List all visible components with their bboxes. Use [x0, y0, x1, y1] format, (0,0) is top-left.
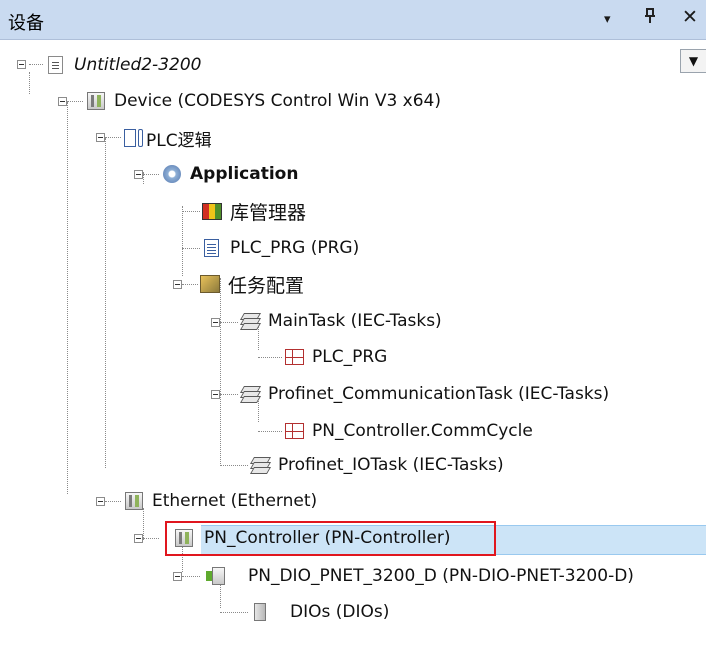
collapse-toggle-ethernet[interactable] — [96, 497, 105, 506]
tree-node-profinet-io-task[interactable]: Profinet_IOTask (IEC-Tasks) — [249, 451, 504, 479]
task-configuration-icon — [200, 274, 220, 294]
collapse-toggle-task-config[interactable] — [173, 280, 182, 289]
tree-node-library-manager[interactable]: 库管理器 — [202, 197, 306, 225]
collapse-toggle-pn-dio[interactable] — [173, 572, 182, 581]
device-icon — [174, 528, 194, 548]
node-label: PLC_PRG (PRG) — [230, 238, 360, 258]
program-call-icon — [284, 347, 304, 367]
device-tree: Untitled2-3200 Device (CODESYS Control W… — [0, 40, 706, 645]
task-stack-icon — [239, 311, 262, 331]
tree-node-plc-prg[interactable]: PLC_PRG (PRG) — [202, 234, 359, 262]
tree-node-profinet-comm-task[interactable]: Profinet_CommunicationTask (IEC-Tasks) — [239, 380, 610, 408]
application-gear-icon — [162, 164, 182, 184]
node-label: 库管理器 — [230, 201, 307, 224]
pin-icon[interactable] — [643, 8, 657, 28]
collapse-toggle-project[interactable] — [17, 60, 26, 69]
collapse-toggle-plc-logic[interactable] — [96, 133, 105, 142]
close-icon[interactable]: ✕ — [682, 6, 698, 28]
node-label: PN_Controller.CommCycle — [312, 421, 533, 441]
profinet-device-icon — [206, 566, 226, 586]
tree-node-dios[interactable]: DIOs (DIOs) — [250, 598, 389, 626]
tree-node-ethernet[interactable]: Ethernet (Ethernet) — [124, 487, 317, 515]
tree-line — [182, 248, 200, 249]
collapse-toggle-main-task[interactable] — [211, 318, 220, 327]
task-stack-icon — [249, 455, 272, 475]
tree-line — [105, 137, 121, 138]
tree-line — [220, 394, 238, 395]
tree-line — [143, 174, 159, 175]
tree-node-device[interactable]: Device (CODESYS Control Win V3 x64) — [86, 87, 441, 115]
tree-line — [182, 211, 200, 212]
tree-node-project[interactable]: Untitled2-3200 — [46, 51, 201, 79]
tree-line — [220, 612, 248, 613]
tree-line — [220, 278, 221, 464]
tree-line — [258, 431, 282, 432]
tree-node-application[interactable]: Application — [162, 160, 298, 188]
node-label: Profinet_CommunicationTask (IEC-Tasks) — [268, 384, 610, 404]
panel-title: 设备 — [8, 13, 44, 34]
devices-panel-titlebar: 设备 ▾ ✕ — [0, 0, 706, 40]
tree-line — [105, 501, 121, 502]
tree-node-main-task-plc-prg[interactable]: PLC_PRG — [284, 343, 387, 371]
tree-line — [182, 284, 198, 285]
tree-node-pn-dio[interactable]: PN_DIO_PNET_3200_D (PN-DIO-PNET-3200-D) — [206, 562, 634, 590]
tree-node-main-task[interactable]: MainTask (IEC-Tasks) — [239, 307, 442, 335]
node-label: DIOs (DIOs) — [290, 602, 390, 622]
device-icon — [124, 491, 144, 511]
tree-line — [29, 72, 30, 94]
tree-node-comm-cycle[interactable]: PN_Controller.CommCycle — [284, 417, 533, 445]
tree-node-plc-logic[interactable]: PLC逻辑 — [124, 124, 212, 152]
node-label: Device (CODESYS Control Win V3 x64) — [114, 91, 441, 111]
collapse-toggle-pn-controller[interactable] — [134, 534, 143, 543]
task-stack-icon — [239, 384, 262, 404]
tree-line — [67, 101, 83, 102]
node-label: PLC_PRG — [312, 347, 388, 367]
tree-line — [182, 576, 200, 577]
tree-line — [29, 64, 43, 65]
node-label: 任务配置 — [228, 274, 305, 297]
tree-line — [220, 322, 238, 323]
collapse-toggle-comm-task[interactable] — [211, 390, 220, 399]
io-module-icon — [250, 602, 270, 622]
tree-line — [258, 357, 282, 358]
node-label: Ethernet (Ethernet) — [152, 491, 318, 511]
collapse-toggle-device[interactable] — [58, 97, 67, 106]
tree-line — [105, 138, 106, 468]
node-label: Untitled2-3200 — [74, 55, 202, 75]
collapse-toggle-application[interactable] — [134, 170, 143, 179]
node-label: Profinet_IOTask (IEC-Tasks) — [278, 455, 504, 475]
tree-line — [67, 102, 68, 494]
tree-node-task-config[interactable]: 任务配置 — [200, 270, 304, 298]
plc-logic-icon — [124, 128, 144, 148]
project-file-icon — [46, 55, 66, 75]
program-call-icon — [284, 421, 304, 441]
window-menu-dropdown-icon[interactable]: ▾ — [604, 12, 611, 27]
tree-line — [182, 206, 183, 276]
tree-line — [143, 538, 159, 539]
pou-document-icon — [202, 238, 222, 258]
node-label: PLC逻辑 — [146, 130, 212, 151]
node-label: PN_Controller (PN-Controller) — [204, 528, 451, 548]
tree-node-pn-controller[interactable]: PN_Controller (PN-Controller) — [174, 524, 450, 552]
device-icon — [86, 91, 106, 111]
node-label: PN_DIO_PNET_3200_D (PN-DIO-PNET-3200-D) — [248, 566, 634, 586]
tree-line — [220, 465, 248, 466]
node-label: Application — [190, 164, 299, 184]
library-books-icon — [202, 201, 222, 221]
node-label: MainTask (IEC-Tasks) — [268, 311, 442, 331]
